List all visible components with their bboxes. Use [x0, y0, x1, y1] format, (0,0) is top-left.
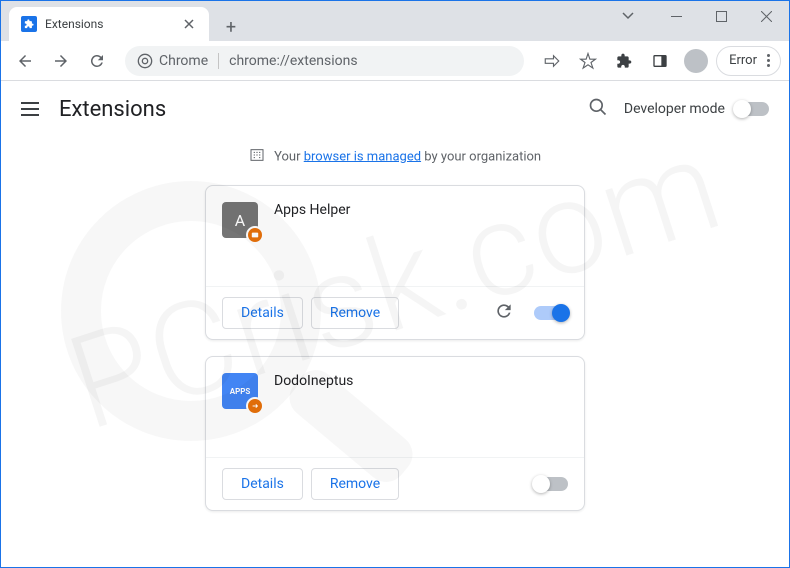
new-tab-button[interactable]: +	[217, 13, 245, 41]
minimize-button[interactable]	[654, 1, 699, 31]
chrome-prefix: Chrome	[137, 53, 219, 69]
profile-avatar[interactable]	[680, 45, 712, 77]
managed-banner: Your browser is managed by your organiza…	[1, 137, 789, 185]
close-window-button[interactable]	[744, 1, 789, 31]
extension-card: APPS DodoIneptus Details Remove	[205, 356, 585, 511]
reload-button[interactable]	[81, 45, 113, 77]
menu-icon	[763, 54, 774, 67]
chrome-logo-icon	[137, 53, 153, 69]
bookmark-icon[interactable]	[572, 45, 604, 77]
error-label: Error	[729, 53, 757, 68]
tab-search-icon[interactable]	[605, 1, 650, 31]
extension-app-icon: A	[222, 202, 258, 238]
reload-extension-icon[interactable]	[494, 301, 514, 325]
search-icon[interactable]	[588, 97, 608, 121]
omnibox-url: chrome://extensions	[229, 53, 357, 69]
developer-mode-label: Developer mode	[624, 101, 725, 117]
menu-button[interactable]	[21, 102, 39, 116]
banner-suffix: by your organization	[421, 149, 541, 164]
share-icon[interactable]	[536, 45, 568, 77]
browser-toolbar: Chrome chrome://extensions Error	[1, 41, 789, 81]
forward-button[interactable]	[45, 45, 77, 77]
extension-list: A Apps Helper Details Remove APPS	[1, 185, 789, 511]
window-controls	[605, 1, 789, 31]
sidepanel-icon[interactable]	[644, 45, 676, 77]
omnibox-prefix-text: Chrome	[159, 53, 208, 69]
developer-mode-toggle[interactable]	[735, 102, 769, 116]
managed-link[interactable]: browser is managed	[304, 149, 421, 164]
window-titlebar: Extensions +	[1, 1, 789, 41]
extension-card: A Apps Helper Details Remove	[205, 185, 585, 340]
browser-tab[interactable]: Extensions	[9, 7, 209, 41]
address-bar[interactable]: Chrome chrome://extensions	[125, 46, 524, 76]
extension-toggle[interactable]	[534, 306, 568, 320]
tab-title: Extensions	[45, 17, 103, 31]
page-header: Extensions Developer mode	[1, 81, 789, 137]
remove-button[interactable]: Remove	[311, 297, 399, 329]
close-tab-icon[interactable]	[181, 16, 197, 32]
warning-badge-icon	[246, 226, 264, 244]
details-button[interactable]: Details	[222, 468, 303, 500]
banner-prefix: Your	[274, 149, 304, 164]
back-button[interactable]	[9, 45, 41, 77]
maximize-button[interactable]	[699, 1, 744, 31]
extension-app-icon: APPS	[222, 373, 258, 409]
extension-toggle[interactable]	[534, 477, 568, 491]
error-indicator[interactable]: Error	[716, 46, 781, 76]
warning-badge-icon	[246, 397, 264, 415]
extensions-icon[interactable]	[608, 45, 640, 77]
building-icon	[249, 147, 265, 167]
details-button[interactable]: Details	[222, 297, 303, 329]
extension-name: Apps Helper	[274, 202, 350, 270]
remove-button[interactable]: Remove	[311, 468, 399, 500]
extension-icon	[21, 16, 37, 32]
extension-name: DodoIneptus	[274, 373, 353, 441]
page-title: Extensions	[59, 97, 166, 122]
